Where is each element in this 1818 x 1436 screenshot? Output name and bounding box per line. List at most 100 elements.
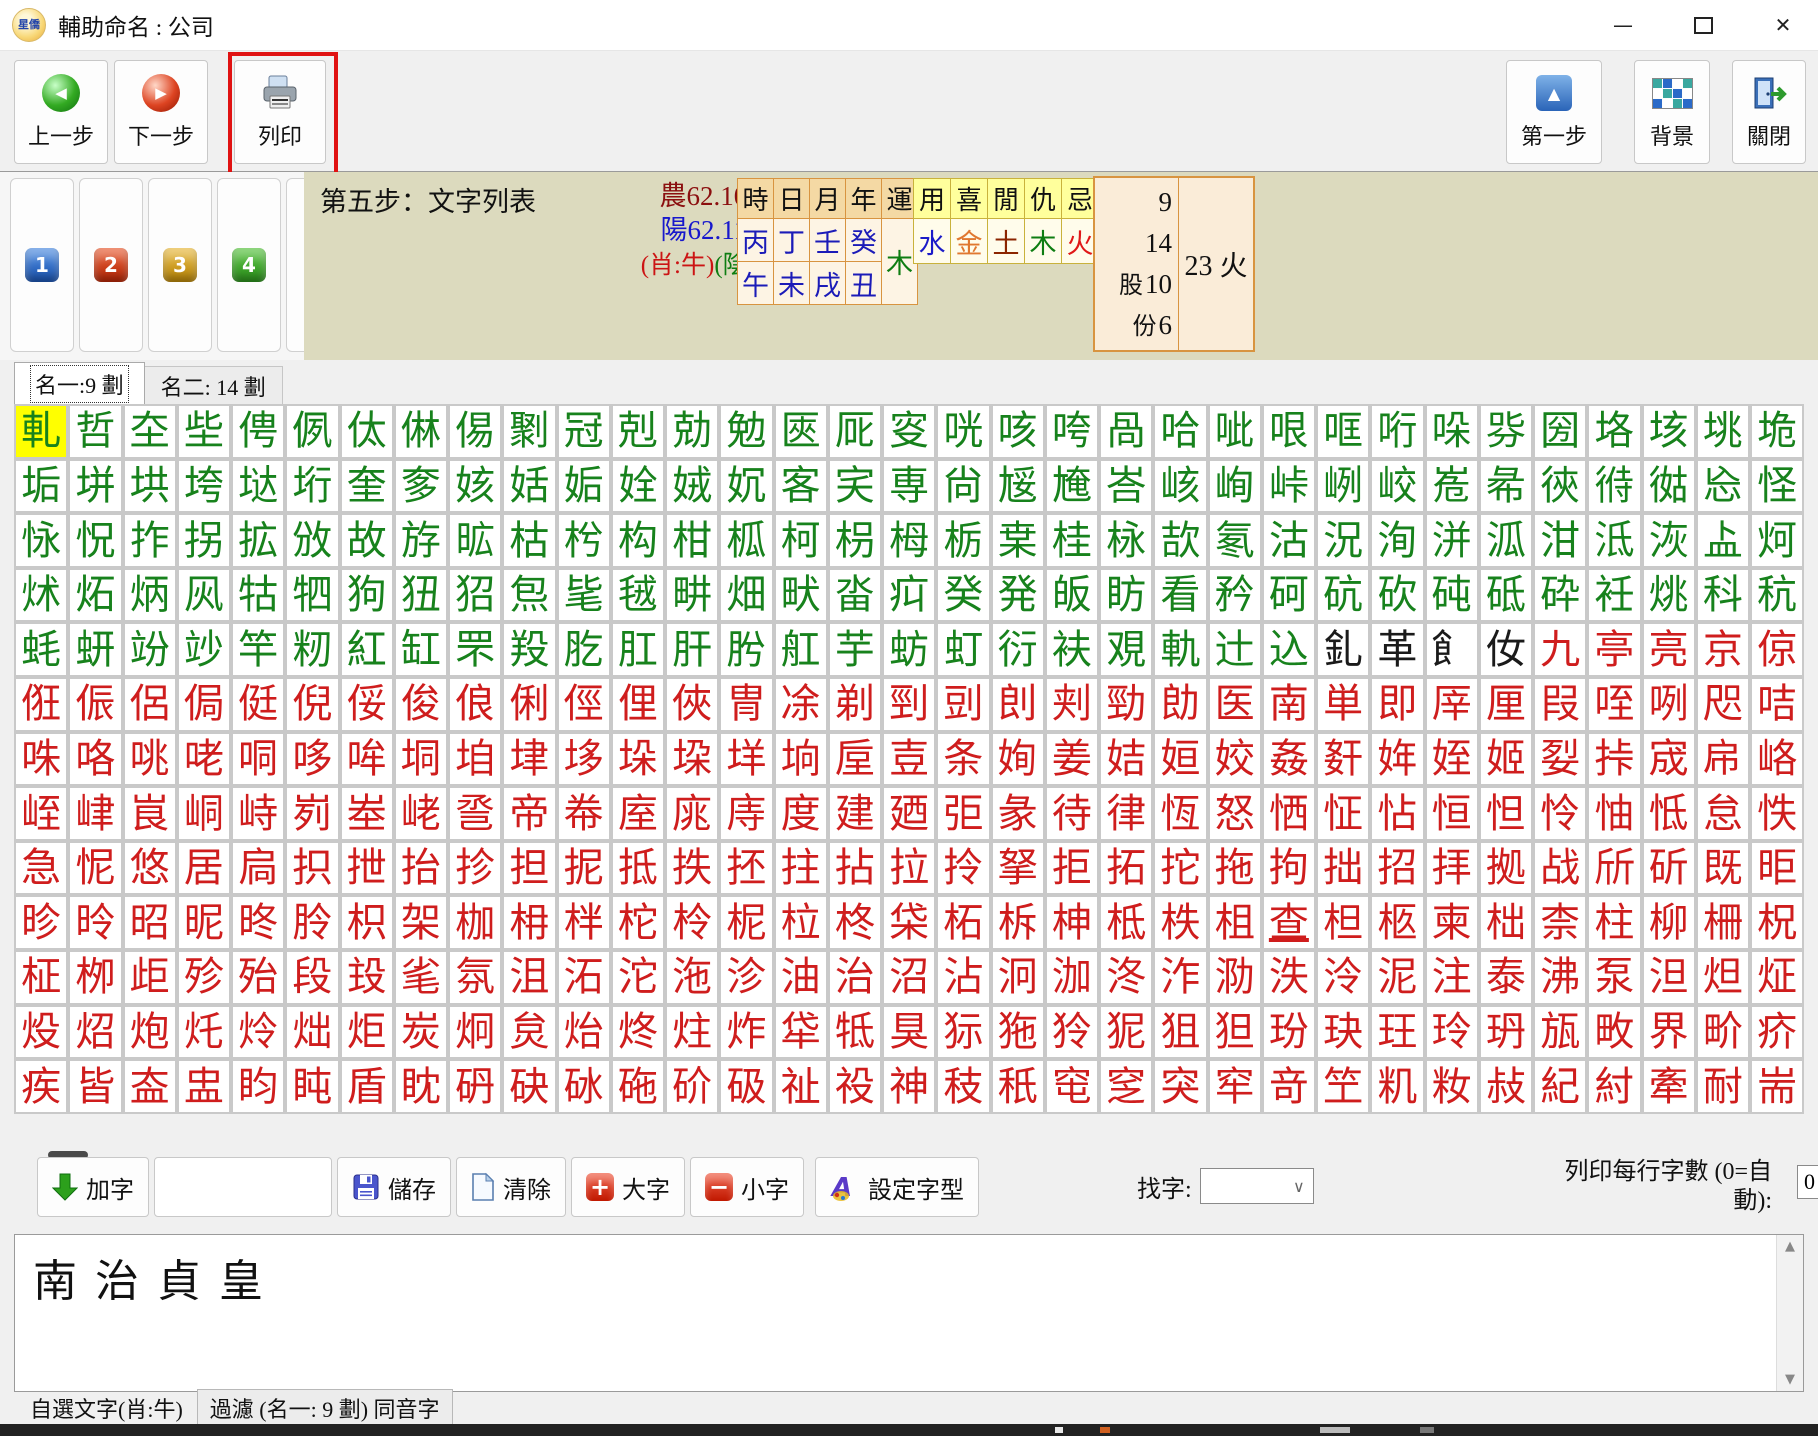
char-cell[interactable]: 炻 (70, 570, 120, 621)
char-cell[interactable]: 畑 (721, 570, 771, 621)
char-cell[interactable]: 峚 (342, 788, 392, 839)
char-cell[interactable]: 咵 (1047, 406, 1097, 457)
char-cell[interactable]: 垧 (776, 734, 826, 785)
char-cell[interactable]: 畍 (1698, 1007, 1748, 1058)
char-cell[interactable]: 氡 (1210, 515, 1260, 566)
big-font-button[interactable]: + 大字 (571, 1157, 685, 1217)
char-cell[interactable]: 咣 (938, 406, 988, 457)
char-cell[interactable]: 拕 (1155, 843, 1205, 894)
char-cell[interactable]: 砃 (450, 1061, 500, 1112)
char-cell[interactable]: 単 (1318, 679, 1368, 730)
char-cell[interactable]: 窆 (1101, 1061, 1151, 1112)
char-cell[interactable]: 抷 (721, 843, 771, 894)
char-cell[interactable]: 查 (1264, 897, 1314, 948)
char-cell[interactable]: 庢 (613, 788, 663, 839)
char-cell[interactable]: 律 (1101, 788, 1151, 839)
char-cell[interactable]: 玬 (1481, 1007, 1531, 1058)
char-cell[interactable]: 耑 (1752, 1061, 1802, 1112)
char-cell[interactable]: 氛 (450, 952, 500, 1003)
step-button-1[interactable]: 1 (10, 178, 74, 352)
char-cell[interactable]: 罘 (450, 624, 500, 675)
char-cell[interactable]: 柷 (1752, 897, 1802, 948)
char-cell[interactable]: 盀 (1698, 515, 1748, 566)
char-cell[interactable]: 壴 (884, 734, 934, 785)
char-cell[interactable]: 条 (938, 734, 988, 785)
char-cell[interactable]: 恆 (1155, 788, 1205, 839)
char-cell[interactable]: 炳 (125, 570, 175, 621)
char-cell[interactable]: 柈 (559, 897, 609, 948)
char-cell[interactable]: 南 (1264, 679, 1314, 730)
char-cell[interactable]: 治 (830, 952, 880, 1003)
char-cell[interactable]: 柰 (1535, 897, 1585, 948)
char-cell[interactable]: 昵 (179, 897, 229, 948)
char-cell[interactable]: 泰 (1481, 952, 1531, 1003)
char-cell[interactable]: 柁 (613, 897, 663, 948)
char-cell[interactable]: 斫 (1644, 843, 1694, 894)
char-cell[interactable]: 玢 (1264, 1007, 1314, 1058)
set-font-button[interactable]: A 設定字型 (815, 1157, 979, 1217)
char-cell[interactable]: 姩 (1372, 734, 1422, 785)
char-cell[interactable]: 柾 (16, 952, 66, 1003)
char-cell[interactable]: 峈 (1752, 734, 1802, 785)
char-cell[interactable]: 㚢 (1481, 624, 1531, 675)
editor-scrollbar[interactable]: ▲ ▼ (1776, 1235, 1803, 1391)
char-cell[interactable]: 姰 (993, 734, 1043, 785)
char-cell[interactable]: 俜 (233, 406, 283, 457)
char-cell[interactable]: 炪 (287, 1007, 337, 1058)
char-cell[interactable]: 垢 (16, 461, 66, 512)
char-cell[interactable]: 呲 (1210, 406, 1260, 457)
char-cell[interactable]: 炱 (504, 1007, 554, 1058)
add-char-input[interactable] (154, 1157, 332, 1217)
char-cell[interactable]: 桂 (1047, 515, 1097, 566)
char-cell[interactable]: 枯 (504, 515, 554, 566)
char-cell[interactable]: 砢 (1264, 570, 1314, 621)
char-cell[interactable]: 革 (1372, 624, 1422, 675)
char-cell[interactable]: 剋 (613, 406, 663, 457)
char-cell[interactable]: 炮 (125, 1007, 175, 1058)
char-cell[interactable]: 柋 (884, 897, 934, 948)
char-cell[interactable]: 峛 (287, 788, 337, 839)
char-cell[interactable]: 芋 (830, 624, 880, 675)
char-cell[interactable]: 怔 (1318, 788, 1368, 839)
char-cell[interactable]: 泂 (993, 952, 1043, 1003)
char-cell[interactable]: 柮 (1481, 897, 1531, 948)
char-cell[interactable]: 扃 (233, 843, 283, 894)
char-cell[interactable]: 侷 (179, 679, 229, 730)
char-cell[interactable]: 肹 (721, 624, 771, 675)
char-cell[interactable]: 拓 (1101, 843, 1151, 894)
char-cell[interactable]: 発 (993, 570, 1043, 621)
char-cell[interactable]: 盇 (125, 1061, 175, 1112)
char-cell[interactable]: 居 (179, 843, 229, 894)
char-cell[interactable]: 九 (1535, 624, 1585, 675)
char-cell[interactable]: 砄 (504, 1061, 554, 1112)
char-cell[interactable]: 笁 (1318, 1061, 1368, 1112)
char-cell[interactable]: 医 (1210, 679, 1260, 730)
char-cell[interactable]: 抧 (287, 843, 337, 894)
char-cell[interactable]: 辻 (1210, 624, 1260, 675)
char-cell[interactable]: 畎 (776, 570, 826, 621)
char-cell[interactable]: 俓 (559, 679, 609, 730)
char-cell[interactable]: 拉 (884, 843, 934, 894)
char-cell[interactable]: 㹦 (450, 570, 500, 621)
char-cell[interactable]: 战 (1535, 843, 1585, 894)
tab-name-1[interactable]: 名一:9 劃 (14, 362, 145, 404)
char-cell[interactable]: 柬 (1427, 897, 1477, 948)
char-cell[interactable]: 㣣 (1535, 461, 1585, 512)
char-cell[interactable]: 砘 (1427, 570, 1477, 621)
char-cell[interactable]: 俍 (450, 679, 500, 730)
char-cell[interactable]: 歫 (125, 952, 175, 1003)
char-cell[interactable]: 砊 (1318, 570, 1368, 621)
char-cell[interactable]: 柅 (721, 897, 771, 948)
char-cell[interactable]: 姪 (1427, 734, 1477, 785)
char-cell[interactable]: 怟 (1644, 788, 1694, 839)
char-cell[interactable]: 炈 (16, 1007, 66, 1058)
char-cell[interactable]: 祋 (830, 1061, 880, 1112)
char-cell[interactable]: 怪 (1752, 461, 1802, 512)
char-cell[interactable]: 畊 (667, 570, 717, 621)
char-cell[interactable]: 侲 (70, 679, 120, 730)
char-cell[interactable]: 砐 (721, 1061, 771, 1112)
char-cell[interactable]: 玲 (1427, 1007, 1477, 1058)
char-cell[interactable]: 牮 (776, 1007, 826, 1058)
char-cell[interactable]: 哈 (1155, 406, 1205, 457)
char-cell[interactable]: 盾 (342, 1061, 392, 1112)
